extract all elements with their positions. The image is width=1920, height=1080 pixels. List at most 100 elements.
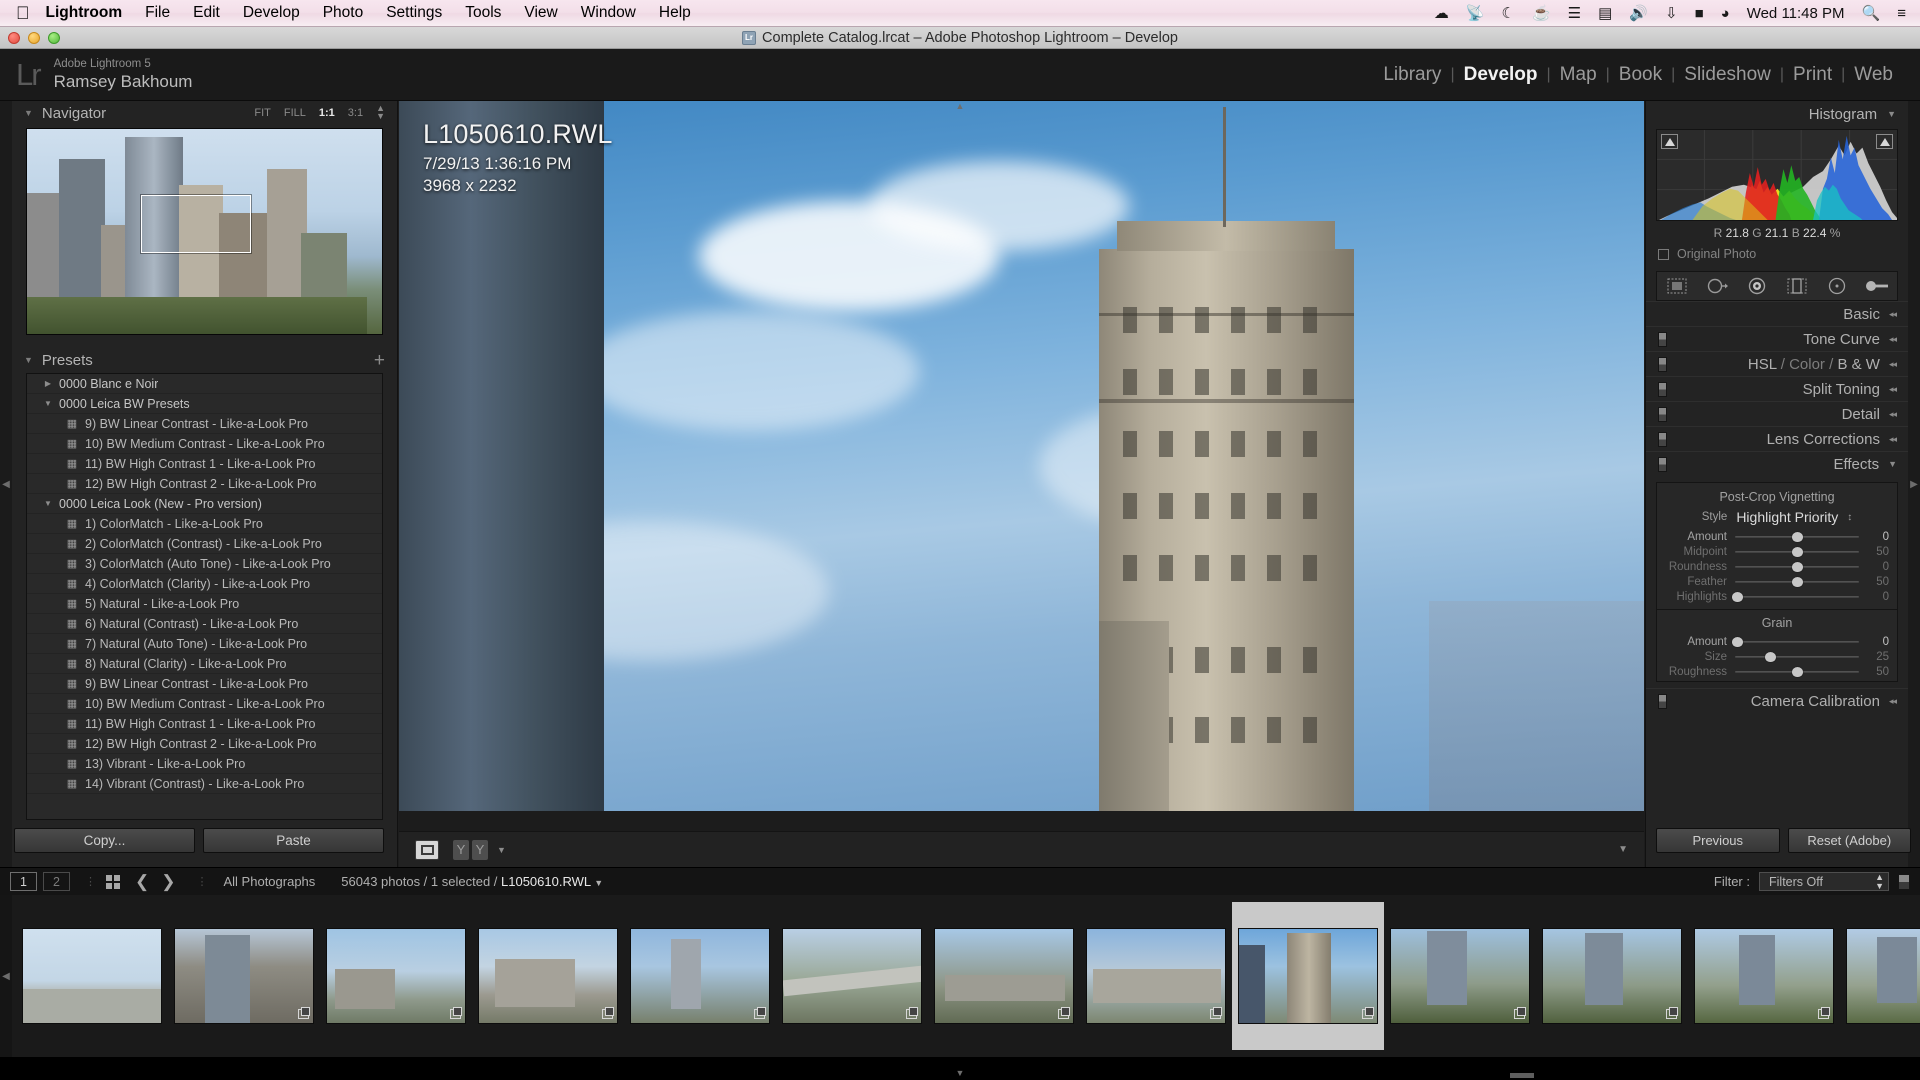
spot-removal-tool[interactable]	[1704, 276, 1730, 296]
shadow-clipping-icon[interactable]	[1661, 134, 1678, 149]
preset-row[interactable]: ▦ 5) Natural - Like-a-Look Pro	[27, 594, 382, 614]
disclosure-arrows-icon[interactable]: ◂◂	[1889, 434, 1897, 445]
histogram-graph[interactable]	[1656, 129, 1898, 221]
panel-header-hsl-color-bw[interactable]: HSL / Color / B & W ◂◂	[1646, 351, 1908, 376]
slider-knob[interactable]	[1792, 667, 1803, 677]
list-item[interactable]	[472, 902, 624, 1050]
slider-track[interactable]	[1735, 547, 1859, 557]
preset-group-row[interactable]: ▶ 0000 Blanc e Noir	[27, 374, 382, 394]
screen-1-button[interactable]: 1	[10, 872, 37, 891]
thumb-5[interactable]	[630, 928, 770, 1024]
slider-value[interactable]: 0	[1859, 561, 1889, 573]
image-preview-area[interactable]: L1050610.RWL 7/29/13 1:36:16 PM 3968 x 2…	[399, 101, 1644, 811]
volume-icon[interactable]: 🔊	[1629, 6, 1648, 21]
slider-track[interactable]	[1735, 652, 1859, 662]
panel-header-lens-corrections[interactable]: Lens Corrections ◂◂	[1646, 426, 1908, 451]
filmstrip[interactable]	[0, 895, 1920, 1057]
preset-row[interactable]: ▦ 14) Vibrant (Contrast) - Like-a-Look Pr…	[27, 774, 382, 794]
slider-knob[interactable]	[1764, 652, 1776, 662]
slider-track[interactable]	[1735, 577, 1859, 587]
menu-tools[interactable]: Tools	[465, 4, 501, 22]
module-web[interactable]: Web	[1845, 64, 1902, 86]
wifi-icon[interactable]: ◕	[1721, 6, 1730, 21]
notification-center-icon[interactable]: ≡	[1897, 6, 1906, 21]
slider-track[interactable]	[1735, 562, 1859, 572]
thumb-8[interactable]	[1086, 928, 1226, 1024]
red-eye-correction-tool[interactable]	[1744, 276, 1770, 296]
flag-y-icon[interactable]: Y	[472, 839, 488, 860]
menu-photo[interactable]: Photo	[323, 4, 364, 22]
slider-value[interactable]: 0	[1859, 636, 1889, 648]
arrow-right-icon[interactable]: ❯	[161, 872, 175, 892]
slider-vignette-amount[interactable]: Amount 0	[1657, 529, 1897, 544]
color-tab[interactable]: Color	[1789, 356, 1825, 373]
filter-select[interactable]: Filters Off ▲ ▼	[1759, 872, 1889, 891]
thumb-9[interactable]	[1238, 928, 1378, 1024]
graduated-filter-tool[interactable]	[1784, 276, 1810, 296]
preset-row[interactable]: ▦ 6) Natural (Contrast) - Like-a-Look Pro	[27, 614, 382, 634]
preset-row[interactable]: ▦ 12) BW High Contrast 2 - Like-a-Look Pr…	[27, 474, 382, 494]
bw-tab[interactable]: B & W	[1837, 356, 1880, 373]
slider-knob[interactable]	[1792, 532, 1803, 542]
triangle-down-icon[interactable]: ▼	[24, 108, 33, 118]
zoom-fit[interactable]: FIT	[254, 107, 271, 119]
list-item-selected[interactable]	[1232, 902, 1384, 1050]
slider-value[interactable]: 50	[1859, 666, 1889, 678]
preset-group-row[interactable]: ▼ 0000 Leica Look (New - Pro version)	[27, 494, 382, 514]
module-print[interactable]: Print	[1784, 64, 1841, 86]
triangle-down-icon[interactable]: ▼	[24, 355, 33, 365]
zoom-1-1[interactable]: 1:1	[319, 107, 335, 119]
slider-vignette-feather[interactable]: Feather 50	[1657, 574, 1897, 589]
thumb-13[interactable]	[1846, 928, 1920, 1024]
bottom-collapse-handle[interactable]: ▼	[956, 1068, 965, 1078]
previous-button[interactable]: Previous	[1656, 828, 1780, 853]
preset-group-row[interactable]: ▼ 0000 Leica BW Presets	[27, 394, 382, 414]
preset-row[interactable]: ▦ 4) ColorMatch (Clarity) - Like-a-Look P…	[27, 574, 382, 594]
list-item[interactable]	[320, 902, 472, 1050]
thumb-6[interactable]	[782, 928, 922, 1024]
thumb-11[interactable]	[1542, 928, 1682, 1024]
triangle-down-icon[interactable]: ▼	[1888, 459, 1897, 469]
module-map[interactable]: Map	[1551, 64, 1606, 86]
radial-filter-tool[interactable]	[1824, 276, 1850, 296]
panel-header-tone-curve[interactable]: Tone Curve ◂◂	[1646, 326, 1908, 351]
selected-filename[interactable]: L1050610.RWL	[501, 874, 591, 889]
menu-settings[interactable]: Settings	[386, 4, 442, 22]
develop-badge-icon[interactable]	[906, 1007, 918, 1019]
preset-row[interactable]: ▦ 13) Vibrant - Like-a-Look Pro	[27, 754, 382, 774]
list-item[interactable]	[1688, 902, 1840, 1050]
preset-row[interactable]: ▦ 2) ColorMatch (Contrast) - Like-a-Look …	[27, 534, 382, 554]
menu-help[interactable]: Help	[659, 4, 691, 22]
slider-grain-amount[interactable]: Amount 0	[1657, 634, 1897, 649]
panel-switch[interactable]	[1658, 693, 1667, 709]
highlight-clipping-icon[interactable]	[1876, 134, 1893, 149]
identity-plate[interactable]: Lr Adobe Lightroom 5 Ramsey Bakhoum	[0, 57, 192, 93]
paste-button[interactable]: Paste	[203, 828, 384, 853]
vignette-style-row[interactable]: Style Highlight Priority ↕	[1657, 508, 1897, 529]
panel-header-detail[interactable]: Detail ◂◂	[1646, 401, 1908, 426]
panel-switch[interactable]	[1658, 406, 1667, 422]
preset-row[interactable]: ▦ 7) Natural (Auto Tone) - Like-a-Look Pr…	[27, 634, 382, 654]
menu-window[interactable]: Window	[581, 4, 636, 22]
equalizer-icon[interactable]: ☰	[1568, 6, 1581, 21]
triangle-down-icon[interactable]: ▼	[37, 399, 59, 408]
slider-vignette-highlights[interactable]: Highlights 0	[1657, 589, 1897, 604]
search-icon[interactable]: 🔍	[1862, 6, 1881, 21]
slider-value[interactable]: 0	[1859, 591, 1889, 603]
triangle-down-icon[interactable]: ▼	[1887, 109, 1896, 119]
develop-badge-icon[interactable]	[754, 1007, 766, 1019]
flag-y-icon[interactable]: Y	[453, 839, 469, 860]
caret-down-icon[interactable]: ▼	[594, 878, 603, 888]
preset-row[interactable]: ▦ 8) Natural (Clarity) - Like-a-Look Pro	[27, 654, 382, 674]
thumb-3[interactable]	[326, 928, 466, 1024]
preset-row[interactable]: ▦ 11) BW High Contrast 1 - Like-a-Look Pr…	[27, 454, 382, 474]
slider-vignette-midpoint[interactable]: Midpoint 50	[1657, 544, 1897, 559]
battery-icon[interactable]: ■	[1695, 6, 1704, 21]
slider-value[interactable]: 50	[1859, 576, 1889, 588]
develop-badge-icon[interactable]	[1514, 1007, 1526, 1019]
disclosure-arrows-icon[interactable]: ◂◂	[1889, 696, 1897, 707]
menu-edit[interactable]: Edit	[193, 4, 220, 22]
adjustment-brush-tool[interactable]	[1864, 276, 1890, 296]
thumb-1[interactable]	[22, 928, 162, 1024]
flag-tools[interactable]: Y Y	[453, 839, 488, 860]
